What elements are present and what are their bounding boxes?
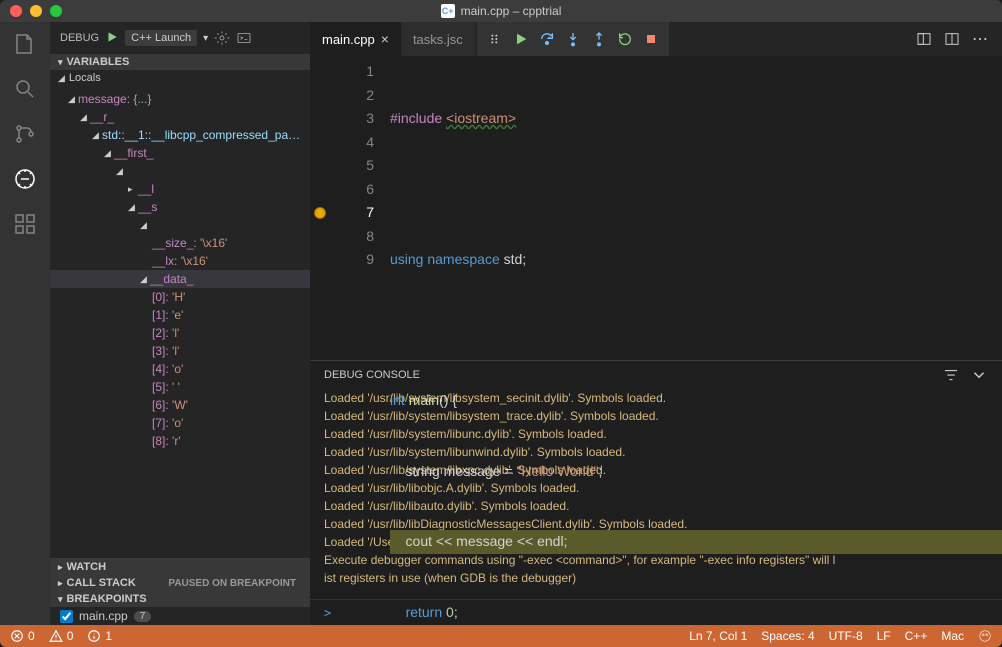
var-data[interactable]: ◢__data_	[50, 270, 310, 288]
callstack-section-header[interactable]: ▸CALL STACKPAUSED ON BREAKPOINT	[50, 575, 310, 591]
step-out-icon[interactable]	[591, 31, 607, 47]
restart-icon[interactable]	[617, 31, 633, 47]
var-size[interactable]: __size_: '\x16'	[50, 234, 310, 252]
variables-tree: ◢message: {...} ◢__r_ ◢std::__1::__libcp…	[50, 86, 310, 558]
activity-bar	[0, 22, 50, 625]
search-icon[interactable]	[13, 77, 37, 104]
breakpoint-file: main.cpp	[79, 609, 128, 623]
debug-sidebar: DEBUG C++ Launch ▾ ▾VARIABLES ◢Locals ◢m…	[50, 22, 310, 625]
start-debug-button[interactable]	[105, 30, 119, 47]
var-array-item[interactable]: [1]: 'e'	[50, 306, 310, 324]
source-control-icon[interactable]	[13, 122, 37, 149]
status-warnings[interactable]: 0	[49, 629, 74, 643]
locals-header[interactable]: ◢Locals	[50, 70, 310, 86]
var-first[interactable]: ◢__first_	[50, 144, 310, 162]
breakpoint-line-badge: 7	[134, 611, 152, 622]
window-title: C+ main.cpp – cpptrial	[0, 4, 1002, 18]
var-array-item[interactable]: [7]: 'o'	[50, 414, 310, 432]
breakpoint-gutter[interactable]	[310, 56, 330, 360]
var-std-pair[interactable]: ◢std::__1::__libcpp_compressed_pa…	[50, 126, 310, 144]
layout-icon[interactable]	[944, 31, 960, 47]
breakpoint-item[interactable]: main.cpp 7	[50, 607, 310, 625]
debug-label: DEBUG	[60, 32, 99, 44]
var-lx[interactable]: __lx: '\x16'	[50, 252, 310, 270]
tab-main-cpp[interactable]: main.cpp ×	[310, 22, 401, 56]
titlebar: C+ main.cpp – cpptrial	[0, 0, 1002, 22]
continue-icon[interactable]	[513, 31, 529, 47]
var-array-item[interactable]: [3]: 'l'	[50, 342, 310, 360]
debug-icon[interactable]	[13, 167, 37, 194]
editor[interactable]: 1 2 3 4 5 6 7 8 9 #include <iostream> us…	[310, 56, 1002, 360]
line-number-gutter: 1 2 3 4 5 6 7 8 9	[330, 56, 390, 360]
var-anon[interactable]: ◢	[50, 162, 310, 180]
chevron-down-icon[interactable]: ▾	[203, 33, 208, 44]
status-info[interactable]: 1	[87, 629, 112, 643]
var-array-item[interactable]: [8]: 'r'	[50, 432, 310, 450]
step-over-icon[interactable]	[539, 31, 555, 47]
stop-icon[interactable]	[643, 31, 659, 47]
more-actions-icon[interactable]: ⋯	[972, 29, 990, 49]
cpp-file-icon: C+	[441, 4, 455, 18]
gear-icon[interactable]	[214, 30, 230, 46]
breakpoint-marker-icon[interactable]	[314, 207, 326, 219]
var-s[interactable]: ◢__s	[50, 198, 310, 216]
var-array-item[interactable]: [4]: 'o'	[50, 360, 310, 378]
var-array-item[interactable]: [6]: 'W'	[50, 396, 310, 414]
debug-config-select[interactable]: C++ Launch	[125, 30, 197, 46]
step-into-icon[interactable]	[565, 31, 581, 47]
var-anon2[interactable]: ◢	[50, 216, 310, 234]
var-array-item[interactable]: [2]: 'l'	[50, 324, 310, 342]
debug-console-icon[interactable]	[236, 30, 252, 46]
explorer-icon[interactable]	[13, 32, 37, 59]
var-l[interactable]: ▸__l	[50, 180, 310, 198]
breakpoints-section-header[interactable]: ▾BREAKPOINTS	[50, 591, 310, 607]
watch-section-header[interactable]: ▸WATCH	[50, 558, 310, 575]
var-r[interactable]: ◢__r_	[50, 108, 310, 126]
var-array-item[interactable]: [0]: 'H'	[50, 288, 310, 306]
variables-section-header[interactable]: ▾VARIABLES	[50, 54, 310, 70]
close-icon[interactable]: ×	[381, 31, 389, 47]
drag-handle-icon[interactable]	[487, 31, 503, 47]
var-message[interactable]: ◢message: {...}	[50, 90, 310, 108]
code-area[interactable]: #include <iostream> using namespace std;…	[390, 56, 1002, 360]
breakpoint-checkbox[interactable]	[60, 610, 73, 623]
extensions-icon[interactable]	[13, 212, 37, 239]
tab-bar: main.cpp × tasks.jsc	[310, 22, 1002, 56]
debug-controls	[477, 22, 669, 56]
status-errors[interactable]: 0	[10, 629, 35, 643]
tab-tasks-json[interactable]: tasks.jsc	[401, 22, 475, 56]
var-array-item[interactable]: [5]: ' '	[50, 378, 310, 396]
split-editor-icon[interactable]	[916, 31, 932, 47]
